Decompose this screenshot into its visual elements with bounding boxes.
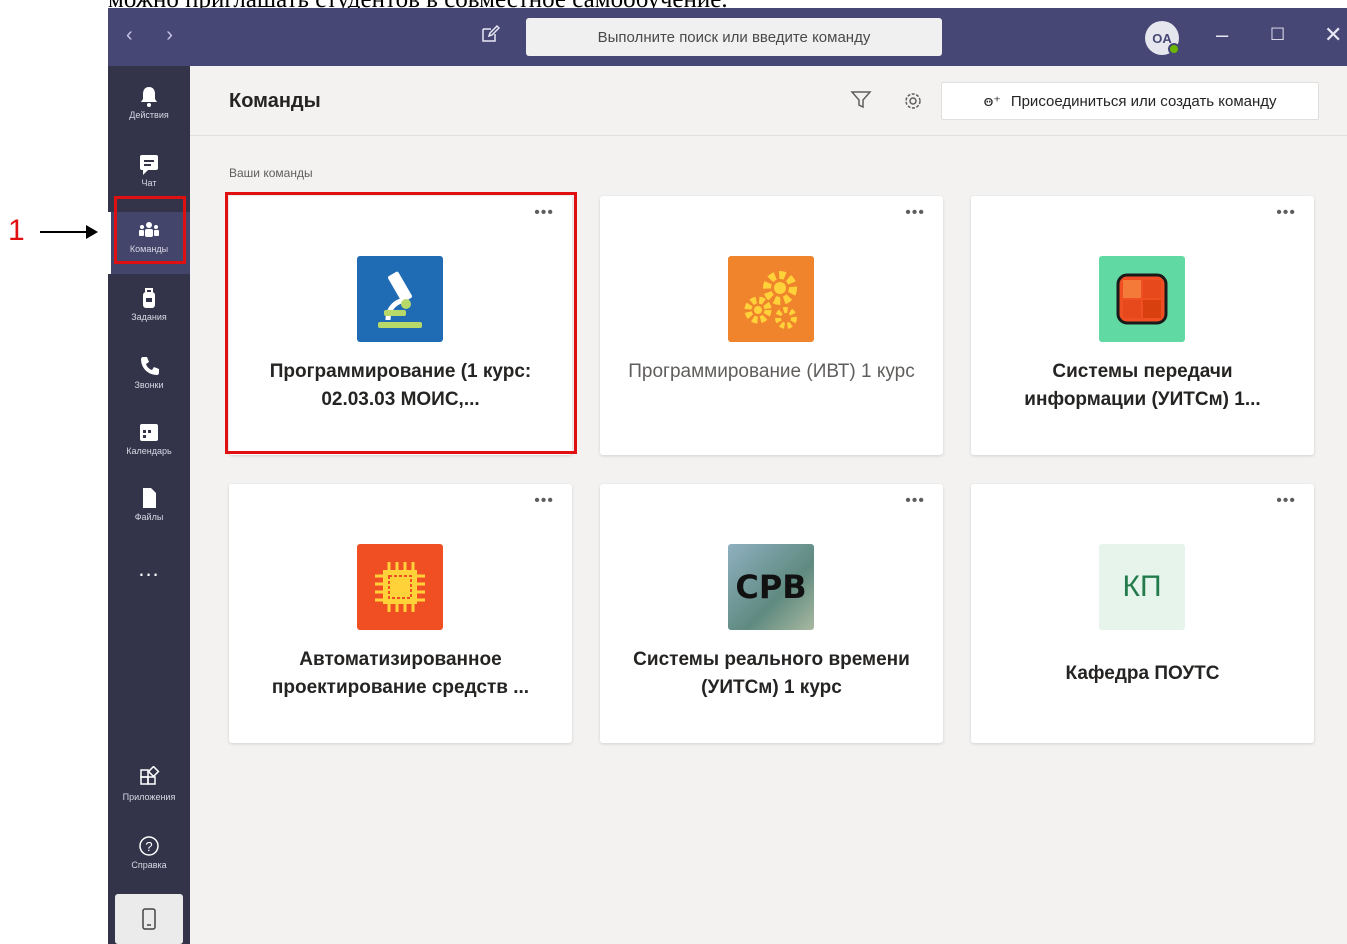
more-options-icon[interactable]: ••• [1276, 204, 1296, 222]
filter-icon[interactable] [850, 90, 872, 110]
team-name: Автоматизированное проектирование средст… [271, 649, 530, 698]
join-button-label: Присоединиться или создать команду [1010, 92, 1277, 110]
chat-icon [140, 155, 158, 175]
team-logo-text: КП [1122, 570, 1162, 603]
gears-icon [728, 256, 814, 342]
main-header: Команды ꙫ⁺ Присоединиться или создать ко… [190, 66, 1347, 136]
svg-text:?: ? [145, 839, 152, 854]
teams-window: ‹ › Выполните поиск или введите команду … [108, 8, 1347, 944]
rail-item-calendar[interactable]: Календарь [108, 414, 190, 476]
rail-item-files[interactable]: Файлы [108, 480, 190, 542]
minimize-icon[interactable]: – [1216, 22, 1228, 48]
mobile-phone-icon [142, 908, 156, 930]
close-icon[interactable]: ✕ [1324, 22, 1342, 48]
team-logo-srv: СРВ [728, 544, 814, 630]
rail-item-label: Действия [129, 110, 169, 120]
rail-item-label: Файлы [134, 512, 164, 522]
help-icon: ? [139, 836, 159, 856]
square-grid-icon [1099, 256, 1185, 342]
team-name: Системы передачи информации (УИТСм) 1... [1024, 361, 1261, 410]
chip-icon [357, 544, 443, 630]
more-options-icon[interactable]: ••• [534, 492, 554, 510]
team-card[interactable]: ••• КП Кафедра ПОУТС [971, 484, 1314, 743]
page-title: Команды [229, 90, 321, 112]
highlight-box-first-team [225, 192, 577, 454]
more-options-icon[interactable]: ••• [905, 492, 925, 510]
team-logo-text: СРВ [735, 568, 807, 606]
rail-item-activity[interactable]: Действия [108, 78, 190, 140]
team-card[interactable]: ••• Программирование (ИВТ) 1 курс [600, 196, 943, 455]
calendar-icon [140, 424, 158, 441]
team-name: Программирование (ИВТ) 1 курс [628, 361, 915, 382]
apps-icon [140, 766, 160, 785]
rail-item-assignments[interactable]: Задания [108, 280, 190, 342]
file-icon [143, 488, 156, 508]
rail-item-label: Календарь [126, 446, 172, 456]
rail-item-label: Приложения [122, 792, 176, 802]
more-options-icon[interactable]: ••• [905, 204, 925, 222]
rail-item-label: Справка [131, 860, 167, 870]
rail-item-calls[interactable]: Звонки [108, 348, 190, 410]
status-available-icon [1168, 43, 1180, 55]
phone-icon [141, 357, 159, 375]
team-card[interactable]: ••• СРВ Системы реального времени (УИТСм… [600, 484, 943, 743]
gear-icon[interactable] [902, 90, 924, 112]
back-forward-icon[interactable]: ‹ › [126, 24, 187, 47]
section-label: Ваши команды [229, 166, 313, 180]
title-bar: ‹ › Выполните поиск или введите команду … [108, 8, 1347, 66]
team-logo-kp: КП [1099, 544, 1185, 630]
more-apps-icon[interactable]: ... [108, 556, 190, 582]
backpack-icon [143, 288, 155, 308]
team-card[interactable]: ••• Автоматизированное проектирование ср… [229, 484, 572, 743]
highlight-box-teams-rail [114, 196, 186, 264]
join-or-create-team-button[interactable]: ꙫ⁺ Присоединиться или создать команду [941, 82, 1319, 120]
rail-item-label: Звонки [134, 380, 164, 390]
rail-item-label: Чат [141, 178, 157, 188]
maximize-icon[interactable]: ☐ [1270, 25, 1285, 45]
rail-item-label: Задания [131, 312, 167, 322]
more-options-icon[interactable]: ••• [1276, 492, 1296, 510]
mobile-app-button[interactable] [115, 894, 183, 944]
bell-icon [141, 87, 157, 107]
rail-item-help[interactable]: ? Справка [108, 828, 190, 890]
search-input[interactable]: Выполните поиск или введите команду [526, 18, 942, 56]
annotation-1: 1 [8, 214, 25, 247]
team-name: Системы реального времени (УИТСм) 1 курс [633, 649, 910, 698]
rail-item-apps[interactable]: Приложения [108, 760, 190, 822]
add-team-icon: ꙫ⁺ [983, 92, 1001, 109]
annotation-arrow-right [40, 225, 98, 239]
team-name: Кафедра ПОУТС [1065, 663, 1220, 684]
compose-icon[interactable] [480, 24, 501, 50]
team-card[interactable]: ••• Системы передачи информации (УИТСм) … [971, 196, 1314, 455]
